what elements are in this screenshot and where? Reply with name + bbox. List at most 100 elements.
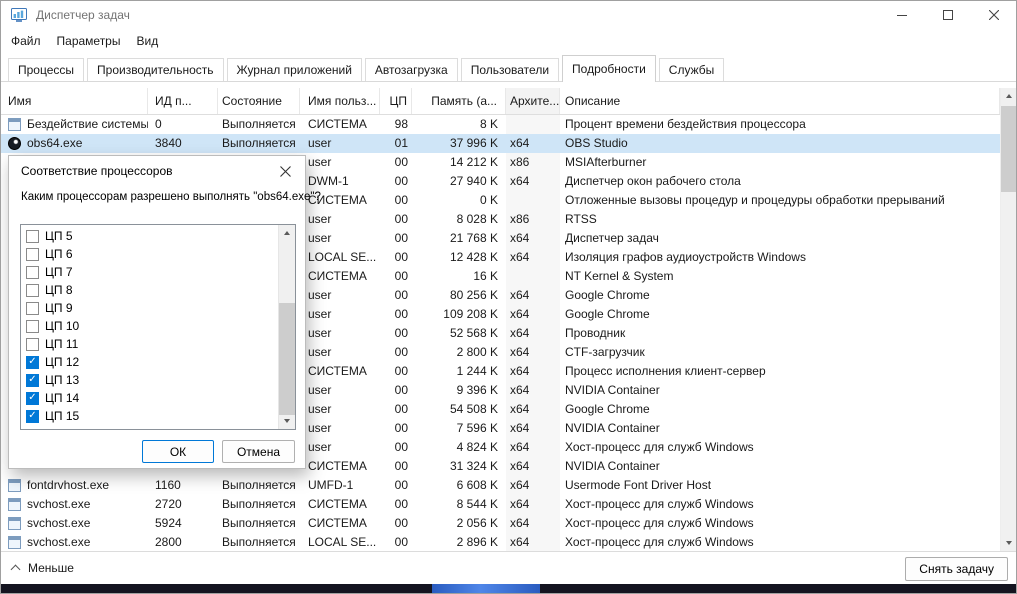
tab-app-history[interactable]: Журнал приложений <box>227 58 362 81</box>
footer-bar: Меньше Снять задачу <box>0 551 1017 584</box>
close-button[interactable] <box>971 0 1017 30</box>
column-header-user[interactable]: Имя польз... <box>300 88 380 114</box>
cpu-checkbox-item[interactable]: ЦП 5 <box>21 227 295 245</box>
table-row[interactable]: svchost.exe2720ВыполняетсяСИСТЕМА008 544… <box>0 495 1000 514</box>
listbox-scrollbar[interactable] <box>278 225 295 429</box>
process-arch: x86 <box>506 210 560 229</box>
table-header: ИмяИД п...СостояниеИмя польз...ЦППамять … <box>0 88 1000 115</box>
cpu-checkbox-item[interactable]: ЦП 14 <box>21 389 295 407</box>
table-row[interactable]: svchost.exe2800ВыполняетсяLOCAL SE...002… <box>0 533 1000 551</box>
cpu-checkbox-item[interactable]: ЦП 6 <box>21 245 295 263</box>
process-pid: 5924 <box>148 514 218 533</box>
cpu-checkbox-item[interactable]: ЦП 12 <box>21 353 295 371</box>
process-memory: 8 544 K <box>412 495 506 514</box>
process-cpu: 00 <box>380 533 412 551</box>
ok-button[interactable]: ОК <box>142 440 214 463</box>
process-description: Проводник <box>560 324 1000 343</box>
process-name-cell: svchost.exe <box>0 533 148 551</box>
process-cpu: 00 <box>380 267 412 286</box>
process-user: user <box>300 210 380 229</box>
checkbox-icon[interactable] <box>26 266 39 279</box>
process-arch <box>506 267 560 286</box>
scrollbar-thumb[interactable] <box>279 303 295 415</box>
column-header-arch[interactable]: Архите... <box>506 88 560 114</box>
column-header-mem[interactable]: Память (а... <box>412 88 506 114</box>
menu-item-options[interactable]: Параметры <box>49 31 129 51</box>
scroll-down-button[interactable] <box>1001 535 1017 551</box>
dialog-close-button[interactable] <box>265 156 305 186</box>
table-row[interactable]: obs64.exe3840Выполняетсяuser0137 996 Kx6… <box>0 134 1000 153</box>
checkbox-icon[interactable] <box>26 374 39 387</box>
table-row[interactable]: Бездействие системы0ВыполняетсяСИСТЕМА98… <box>0 115 1000 134</box>
cpu-checkbox-item[interactable]: ЦП 7 <box>21 263 295 281</box>
fewer-details-toggle[interactable]: Меньше <box>12 561 74 575</box>
cancel-button[interactable]: Отмена <box>222 440 295 463</box>
process-description: Изоляция графов аудиоустройств Windows <box>560 248 1000 267</box>
process-user: СИСТЕМА <box>300 362 380 381</box>
process-status: Выполняется <box>218 495 300 514</box>
cpu-checkbox-item[interactable]: ЦП 15 <box>21 407 295 425</box>
scroll-up-button[interactable] <box>1001 88 1017 104</box>
cpu-checkbox-item[interactable]: ЦП 8 <box>21 281 295 299</box>
cpu-checkbox-item[interactable]: ЦП 11 <box>21 335 295 353</box>
checkbox-icon[interactable] <box>26 248 39 261</box>
process-arch: x64 <box>506 324 560 343</box>
tab-performance[interactable]: Производительность <box>87 58 223 81</box>
process-arch: x64 <box>506 438 560 457</box>
process-user: СИСТЕМА <box>300 514 380 533</box>
table-row[interactable]: svchost.exe5924ВыполняетсяСИСТЕМА002 056… <box>0 514 1000 533</box>
table-scrollbar[interactable] <box>1000 88 1017 551</box>
tab-users[interactable]: Пользователи <box>461 58 559 81</box>
process-name: svchost.exe <box>27 533 90 551</box>
checkbox-icon[interactable] <box>26 410 39 423</box>
process-user: user <box>300 381 380 400</box>
triangle-up-icon <box>284 231 290 235</box>
scrollbar-thumb[interactable] <box>1001 106 1017 192</box>
tab-processes[interactable]: Процессы <box>8 58 84 81</box>
maximize-button[interactable] <box>925 0 971 30</box>
column-header-desc[interactable]: Описание <box>560 88 1000 114</box>
checkbox-icon[interactable] <box>26 302 39 315</box>
scroll-up-button[interactable] <box>279 225 295 241</box>
process-memory: 27 940 K <box>412 172 506 191</box>
scroll-down-button[interactable] <box>279 413 295 429</box>
column-header-status[interactable]: Состояние <box>218 88 300 114</box>
cpu-checkbox-item[interactable]: ЦП 10 <box>21 317 295 335</box>
column-header-cpu[interactable]: ЦП <box>380 88 412 114</box>
checkbox-icon[interactable] <box>26 230 39 243</box>
column-header-name[interactable]: Имя <box>0 88 148 114</box>
table-row[interactable]: fontdrvhost.exe1160ВыполняетсяUMFD-1006 … <box>0 476 1000 495</box>
column-header-pid[interactable]: ИД п... <box>148 88 218 114</box>
process-memory: 0 K <box>412 191 506 210</box>
minimize-button[interactable] <box>879 0 925 30</box>
cpu-checkbox-item[interactable]: ЦП 9 <box>21 299 295 317</box>
cpu-label: ЦП 7 <box>45 265 73 279</box>
process-description: NVIDIA Container <box>560 457 1000 476</box>
process-description: Хост-процесс для служб Windows <box>560 438 1000 457</box>
process-memory: 1 244 K <box>412 362 506 381</box>
process-arch: x64 <box>506 305 560 324</box>
process-arch: x64 <box>506 172 560 191</box>
end-task-button[interactable]: Снять задачу <box>905 557 1008 581</box>
menu-item-file[interactable]: Файл <box>3 31 49 51</box>
tab-services[interactable]: Службы <box>659 58 724 81</box>
checkbox-icon[interactable] <box>26 320 39 333</box>
process-name-cell: fontdrvhost.exe <box>0 476 148 495</box>
process-description: NVIDIA Container <box>560 419 1000 438</box>
close-icon <box>989 10 999 20</box>
process-user: user <box>300 305 380 324</box>
cpu-checkbox-item[interactable]: ЦП 13 <box>21 371 295 389</box>
process-status: Выполняется <box>218 134 300 153</box>
process-arch: x64 <box>506 381 560 400</box>
process-description: Usermode Font Driver Host <box>560 476 1000 495</box>
process-arch: x64 <box>506 134 560 153</box>
checkbox-icon[interactable] <box>26 392 39 405</box>
process-name: fontdrvhost.exe <box>27 476 109 495</box>
fewer-details-label: Меньше <box>28 561 74 575</box>
checkbox-icon[interactable] <box>26 356 39 369</box>
tab-startup[interactable]: Автозагрузка <box>365 58 458 81</box>
menu-item-view[interactable]: Вид <box>128 31 166 51</box>
checkbox-icon[interactable] <box>26 284 39 297</box>
tab-details[interactable]: Подробности <box>562 55 656 82</box>
checkbox-icon[interactable] <box>26 338 39 351</box>
